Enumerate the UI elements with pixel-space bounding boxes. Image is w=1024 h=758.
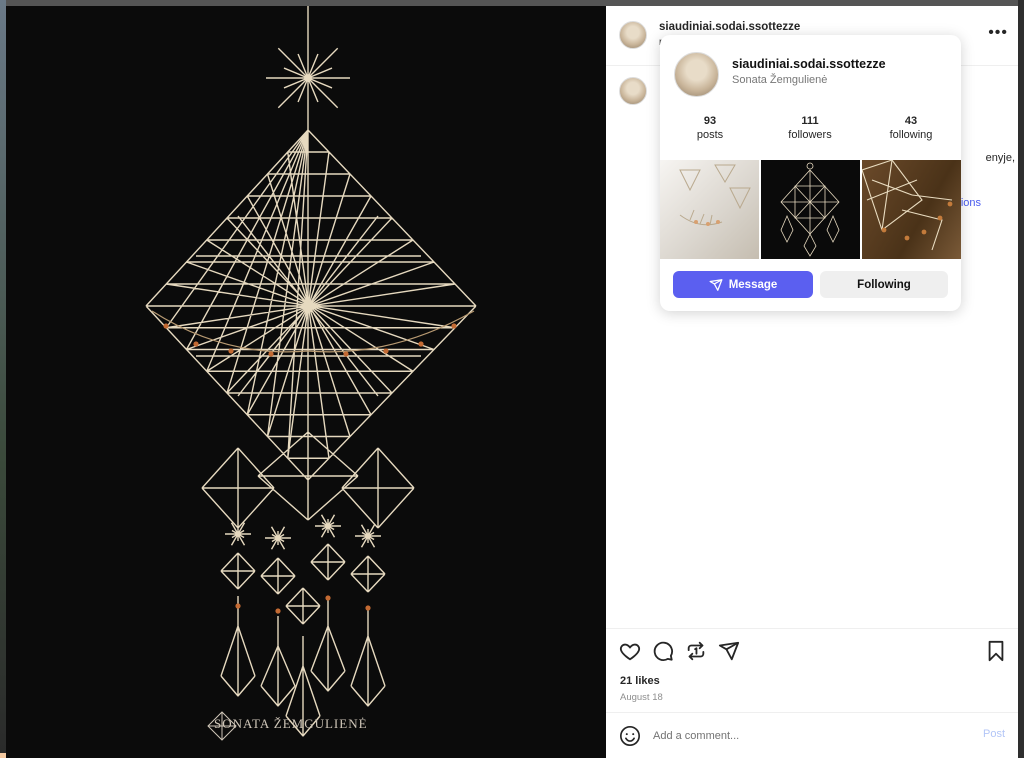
amber-bead [235, 603, 241, 609]
author-username[interactable]: siaudiniai.sodai.ssottezze [659, 21, 800, 33]
stat-followers-label: followers [788, 129, 832, 141]
amber-bead [228, 348, 234, 354]
post-actions: 21 likes August 18 [606, 628, 1018, 718]
amber-bead [268, 351, 274, 357]
hovercard-full-name: Sonata Žemgulienė [732, 74, 828, 86]
author-avatar[interactable] [619, 21, 647, 49]
amber-bead [343, 351, 349, 357]
hovercard-username[interactable]: siaudiniai.sodai.ssottezze [732, 57, 886, 71]
artist-signature: SONATA ŽEMGULIENĖ [214, 716, 368, 731]
repost-icon[interactable] [684, 639, 708, 663]
straw-lattice [145, 6, 477, 737]
amber-bead [325, 595, 331, 601]
send-icon[interactable] [717, 639, 741, 663]
page-backdrop-right [1018, 0, 1024, 758]
browser-viewport: SONATA ŽEMGULIENĖ siaudiniai.sodai.ssott… [0, 0, 1024, 758]
post-comment-button[interactable]: Post [983, 728, 1005, 740]
post-date: August 18 [620, 692, 663, 703]
amber-bead [365, 605, 371, 611]
profile-hovercard: siaudiniai.sodai.ssottezze Sonata Žemgul… [660, 35, 961, 311]
following-button[interactable]: Following [820, 271, 948, 298]
stat-posts[interactable]: 93 posts [660, 115, 760, 141]
amber-bead [451, 323, 457, 329]
message-button-label: Message [728, 278, 778, 291]
caption-text: enyje, [985, 152, 1015, 164]
stat-followers-value: 111 [801, 115, 819, 127]
recent-post-thumbnail[interactable] [761, 160, 860, 259]
amber-bead [418, 341, 424, 347]
bookmark-icon[interactable] [984, 639, 1008, 663]
stat-posts-label: posts [696, 129, 724, 141]
hovercard-recent-posts [660, 160, 961, 259]
hovercard-avatar[interactable] [674, 52, 719, 97]
emoji-icon[interactable] [619, 725, 641, 747]
caption-author-avatar[interactable] [619, 77, 647, 105]
amber-bead [193, 341, 199, 347]
comment-input[interactable] [653, 726, 953, 746]
heart-icon[interactable] [618, 639, 642, 663]
amber-bead [383, 348, 389, 354]
more-options-icon[interactable]: ••• [988, 24, 1008, 42]
recent-post-thumbnail[interactable] [862, 160, 961, 259]
stat-following-label: following [889, 129, 933, 141]
amber-bead [163, 323, 169, 329]
straw-himmeli-artwork [145, 6, 477, 741]
stat-following-value: 43 [904, 115, 918, 127]
see-translation-link[interactable]: ions [961, 197, 981, 209]
likes-count[interactable]: 21 likes [620, 675, 660, 687]
post-image[interactable]: SONATA ŽEMGULIENĖ [6, 6, 606, 758]
send-icon [709, 278, 723, 291]
recent-post-thumbnail[interactable] [660, 160, 759, 259]
amber-bead [275, 608, 281, 614]
comment-composer: Post [606, 712, 1018, 758]
stat-posts-value: 93 [703, 115, 717, 127]
comment-icon[interactable] [651, 639, 675, 663]
message-button[interactable]: Message [673, 271, 813, 298]
stat-followers[interactable]: 111 followers [760, 115, 860, 141]
stat-following[interactable]: 43 following [861, 115, 961, 141]
